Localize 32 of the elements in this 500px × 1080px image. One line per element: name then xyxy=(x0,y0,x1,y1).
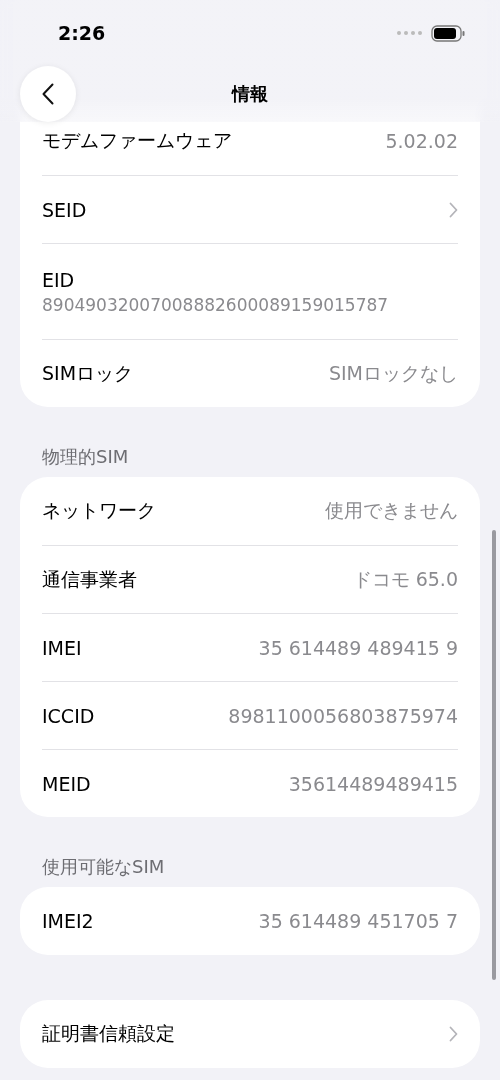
section-header: 物理的SIM xyxy=(42,446,129,467)
chevron-icon xyxy=(449,201,458,218)
list-row[interactable]: SEID xyxy=(42,175,458,243)
row-label: EID xyxy=(42,268,75,291)
row-label: ネットワーク xyxy=(42,498,156,523)
list-row[interactable]: 証明書信頼設定 xyxy=(42,1000,458,1068)
row-label: MEID xyxy=(42,772,91,795)
status-time: 2:26 xyxy=(58,22,106,44)
signal-icon xyxy=(397,31,423,35)
row-value: SIMロックなし xyxy=(328,360,458,386)
row-value: 5.02.02 xyxy=(385,130,458,152)
battery-icon xyxy=(431,24,466,42)
row-label: ICCID xyxy=(42,704,95,727)
row-label: 通信事業者 xyxy=(42,566,137,592)
page-title: 情報 xyxy=(232,83,268,104)
row-value: ドコモ 65.0 xyxy=(352,566,458,592)
row-label: SIMロック xyxy=(42,360,134,386)
back-icon xyxy=(42,83,54,105)
chevron-icon xyxy=(449,1026,458,1042)
back-button[interactable] xyxy=(20,66,76,122)
row-value: 89049032007008882600089159015787 xyxy=(42,294,389,315)
row-label: SEID xyxy=(42,198,87,221)
row-label: 証明書信頼設定 xyxy=(42,1021,175,1046)
row-label: IMEI xyxy=(42,636,82,659)
section-header: 使用可能なSIM xyxy=(42,856,165,877)
row-value: 35 614489 489415 9 xyxy=(258,636,458,659)
row-value: 35614489489415 xyxy=(288,772,458,795)
row-value: 8981100056803875974 xyxy=(228,704,458,727)
row-value: 35 614489 451705 7 xyxy=(258,910,458,932)
row-value: 使用できません xyxy=(325,498,458,523)
row-label: IMEI2 xyxy=(42,910,94,932)
row-label: モデムファームウェア xyxy=(42,128,232,153)
